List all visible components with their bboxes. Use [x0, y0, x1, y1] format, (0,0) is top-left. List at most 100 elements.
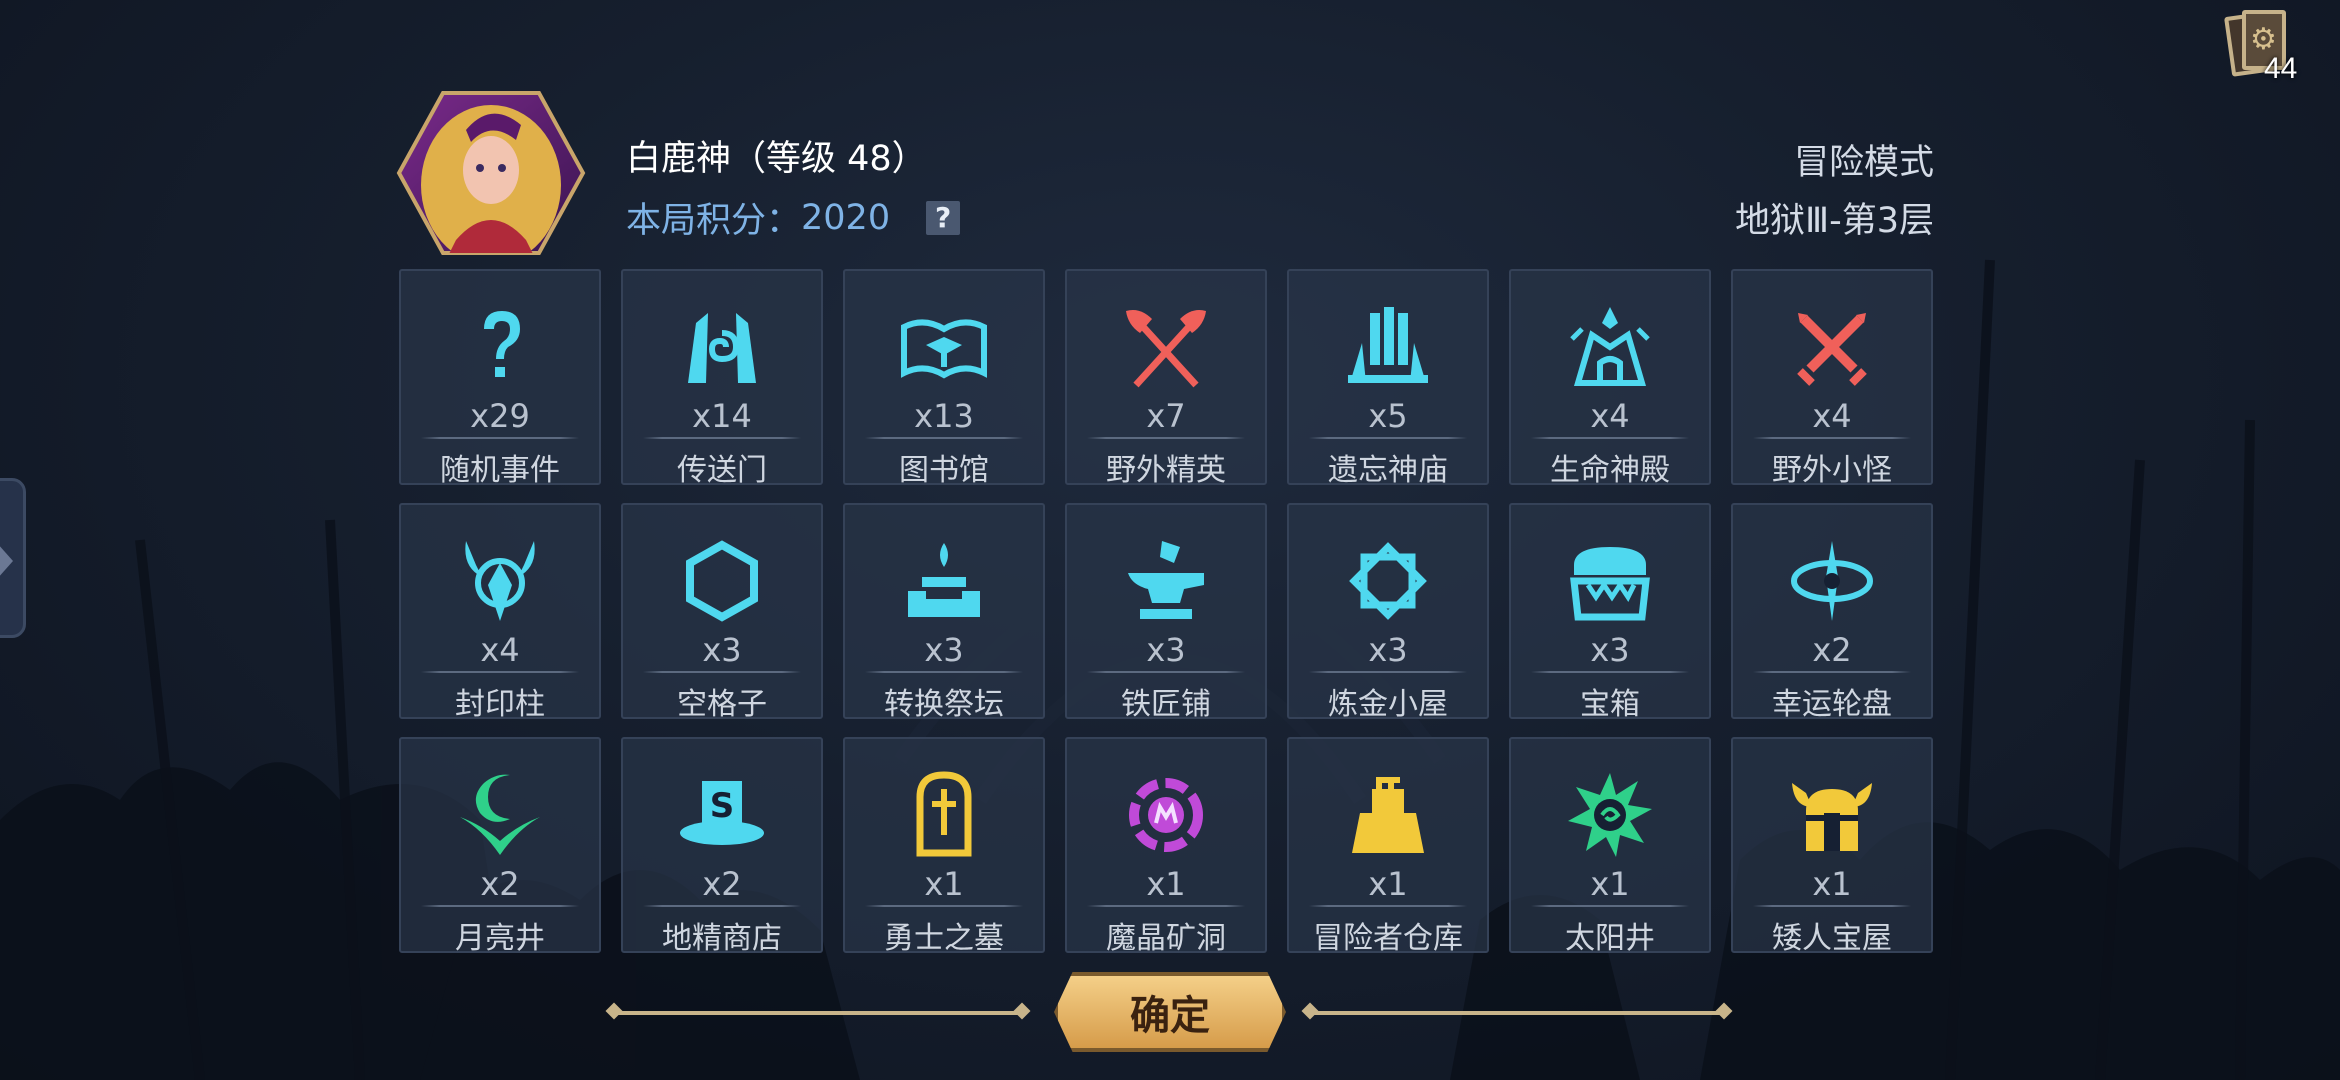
divider-ornament: [1715, 1002, 1733, 1020]
tile-count: x1: [1812, 865, 1852, 903]
tile-life-shrine[interactable]: x4 生命神殿: [1509, 269, 1711, 488]
tile-count: x2: [702, 865, 742, 903]
alchemy-icon: [1349, 542, 1427, 620]
tile-dwarf-treasury[interactable]: x1 矮人宝屋: [1731, 737, 1933, 956]
divider: [421, 905, 579, 907]
tile-label: 铁匠铺: [1121, 687, 1211, 722]
tile-count: x4: [1590, 397, 1630, 435]
anvil-icon: [1128, 541, 1204, 619]
score-row: 本局积分： 2020 ?: [626, 192, 961, 243]
tile-random-event[interactable]: x29 随机事件: [399, 269, 601, 488]
tile-crystal-mine[interactable]: x1 魔晶矿洞: [1065, 737, 1267, 956]
divider: [1309, 671, 1467, 673]
event-summary-grid: x29 随机事件 x14 传送门 x13 图书馆 x7 野外精英 x5 遗忘神庙…: [399, 269, 1933, 956]
divider: [643, 905, 801, 907]
help-button[interactable]: ?: [926, 200, 961, 235]
tile-count: x5: [1368, 397, 1408, 435]
tile-label: 矮人宝屋: [1772, 921, 1892, 956]
tile-label: 地精商店: [662, 921, 782, 956]
tomb-icon: [916, 771, 972, 857]
tile-count: x4: [480, 631, 520, 669]
tile-empty-cell[interactable]: x3 空格子: [621, 503, 823, 722]
tile-label: 遗忘神庙: [1328, 453, 1448, 488]
game-mode: 冒险模式: [1793, 143, 1934, 183]
wheel-icon: [1791, 541, 1873, 621]
tile-label: 月亮井: [455, 921, 545, 956]
book-icon: [901, 319, 987, 379]
tile-moon-well[interactable]: x2 月亮井: [399, 737, 601, 956]
tile-label: 幸运轮盘: [1772, 687, 1892, 722]
divider: [865, 905, 1023, 907]
dungeon-floor: 地狱Ⅲ-第3层: [1734, 201, 1934, 241]
gnome-shop-icon: S: [680, 781, 764, 845]
tile-sun-well[interactable]: x1 太阳井: [1509, 737, 1711, 956]
divider: [1531, 671, 1689, 673]
tile-wild-minion[interactable]: x4 野外小怪: [1731, 269, 1933, 488]
tile-label: 图书馆: [899, 453, 989, 488]
question-icon: [484, 311, 520, 377]
divider: [1753, 437, 1911, 439]
tile-treasure-chest[interactable]: x3 宝箱: [1509, 503, 1711, 722]
tile-label: 勇士之墓: [884, 921, 1004, 956]
tile-conversion-altar[interactable]: x3 转换祭坛: [843, 503, 1045, 722]
crystal-mine-icon: [1129, 778, 1203, 852]
tile-gnome-shop[interactable]: S x2 地精商店: [621, 737, 823, 956]
card-deck-button[interactable]: ⚙ 44: [2224, 8, 2308, 85]
tile-warrior-tomb[interactable]: x1 勇士之墓: [843, 737, 1045, 956]
divider: [421, 671, 579, 673]
tile-label: 空格子: [677, 687, 767, 722]
tile-count: x14: [692, 397, 752, 435]
tile-label: 传送门: [677, 453, 767, 488]
side-drawer-tab[interactable]: [0, 478, 26, 638]
score-value: 2020: [801, 197, 891, 238]
seal-pillar-icon: [465, 541, 535, 621]
deck-count: 44: [2264, 52, 2298, 85]
confirm-button[interactable]: 确定: [1054, 972, 1286, 1052]
tile-count: x1: [1368, 865, 1408, 903]
tile-alchemy-hut[interactable]: x3 炼金小屋: [1287, 503, 1489, 722]
tile-count: x1: [1146, 865, 1186, 903]
svg-text:S: S: [710, 786, 735, 826]
divider-ornament: [1301, 1002, 1319, 1020]
divider: [643, 437, 801, 439]
divider: [421, 437, 579, 439]
avatar[interactable]: [396, 90, 586, 256]
life-shrine-icon: [1570, 307, 1650, 386]
tile-count: x4: [1812, 397, 1852, 435]
tile-label: 宝箱: [1580, 687, 1640, 722]
hero-name-level: 白鹿神（等级 48）: [626, 139, 927, 179]
tile-library[interactable]: x13 图书馆: [843, 269, 1045, 488]
tile-label: 魔晶矿洞: [1106, 921, 1226, 956]
divider: [1087, 671, 1245, 673]
tile-count: x2: [1812, 631, 1852, 669]
footer-divider-right: [1310, 1011, 1724, 1015]
divider: [1531, 437, 1689, 439]
tile-adventurer-warehouse[interactable]: x1 冒险者仓库: [1287, 737, 1489, 956]
tile-count: x13: [914, 397, 974, 435]
tile-seal-pillar[interactable]: x4 封印柱: [399, 503, 601, 722]
hexagon-icon: [686, 540, 758, 622]
chevron-right-icon: [0, 543, 13, 579]
tile-wild-elite[interactable]: x7 野外精英: [1065, 269, 1267, 488]
divider: [1753, 905, 1911, 907]
footer-divider-left: [614, 1011, 1022, 1015]
divider: [1309, 905, 1467, 907]
divider: [1753, 671, 1911, 673]
tile-portal[interactable]: x14 传送门: [621, 269, 823, 488]
tile-count: x29: [470, 397, 530, 435]
divider: [865, 671, 1023, 673]
tile-forgotten-temple[interactable]: x5 遗忘神庙: [1287, 269, 1489, 488]
chest-icon: [1570, 547, 1650, 621]
divider-ornament: [605, 1002, 623, 1020]
sun-well-icon: [1568, 773, 1652, 857]
tile-count: x7: [1146, 397, 1186, 435]
portal-icon: [688, 313, 756, 383]
tile-label: 随机事件: [440, 453, 560, 488]
tile-blacksmith[interactable]: x3 铁匠铺: [1065, 503, 1267, 722]
divider: [643, 671, 801, 673]
tile-count: x3: [702, 631, 742, 669]
tile-lucky-wheel[interactable]: x2 幸运轮盘: [1731, 503, 1933, 722]
warehouse-icon: [1352, 777, 1424, 853]
divider: [865, 437, 1023, 439]
tile-label: 转换祭坛: [884, 687, 1004, 722]
